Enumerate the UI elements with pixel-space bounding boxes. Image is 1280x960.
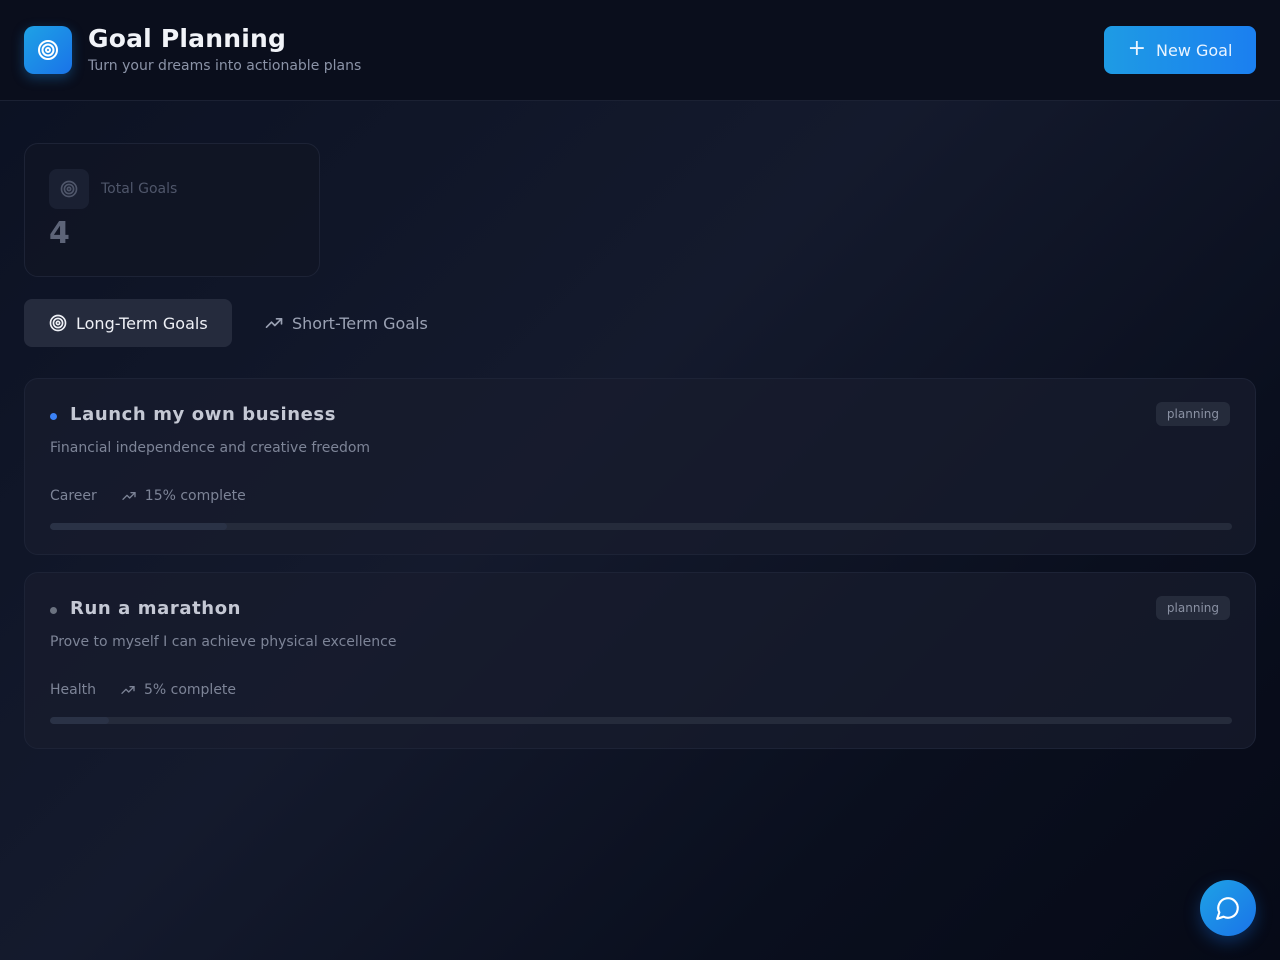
goal-description: Prove to myself I can achieve physical e… [50,634,397,650]
goal-progress-text: 15% complete [144,488,246,504]
chat-button[interactable] [1200,880,1256,936]
tab-label: Long-Term Goals [76,313,208,333]
goal-category: Career [50,488,97,504]
stat-icon-wrap [49,169,89,209]
tab-long-term-goals[interactable]: Long-Term Goals [24,299,232,347]
progress-bar [50,523,1232,530]
trending-up-icon [265,318,283,328]
stat-label: Total Goals [101,181,178,197]
new-goal-label: New Goal [1156,40,1233,60]
goal-title: Run a marathon [70,598,242,619]
stat-value: 4 [49,216,70,251]
goal-title: Launch my own business [70,404,337,425]
tab-label: Short-Term Goals [292,313,428,333]
top-bar: Goal Planning Turn your dreams into acti… [0,0,1280,101]
goal-card[interactable]: Launch my own business planning Financia… [24,378,1256,555]
chat-bubble-icon [1216,897,1239,920]
progress-bar [50,717,1232,724]
app-logo [24,26,72,74]
goal-description: Financial independence and creative free… [50,440,371,456]
goal-progress-text: 5% complete [143,682,237,698]
total-goals-card: Total Goals 4 [24,143,320,277]
goal-status-dot [50,607,57,614]
new-goal-button[interactable]: + New Goal [1104,26,1256,74]
goal-status-dot [50,413,57,420]
plus-icon: + [1127,36,1146,61]
goal-category: Health [50,682,96,698]
target-icon [49,314,67,332]
page-subtitle: Turn your dreams into actionable plans [88,58,362,74]
goal-progress-summary: 5% complete [120,682,236,698]
progress-fill [50,523,228,530]
target-icon [60,180,78,198]
trending-up-icon [121,686,135,694]
tab-short-term-goals[interactable]: Short-Term Goals [240,299,452,347]
status-badge: planning [1155,402,1230,426]
goal-progress-summary: 15% complete [121,488,246,504]
goal-card[interactable]: Run a marathon planning Prove to myself … [24,572,1256,749]
trending-up-icon [122,492,136,500]
page-title: Goal Planning [88,24,287,53]
status-badge: planning [1155,596,1230,620]
goal-meta: Career 15% complete [50,488,246,504]
progress-fill [50,717,110,724]
goal-meta: Health 5% complete [50,682,236,698]
target-icon [38,40,58,60]
